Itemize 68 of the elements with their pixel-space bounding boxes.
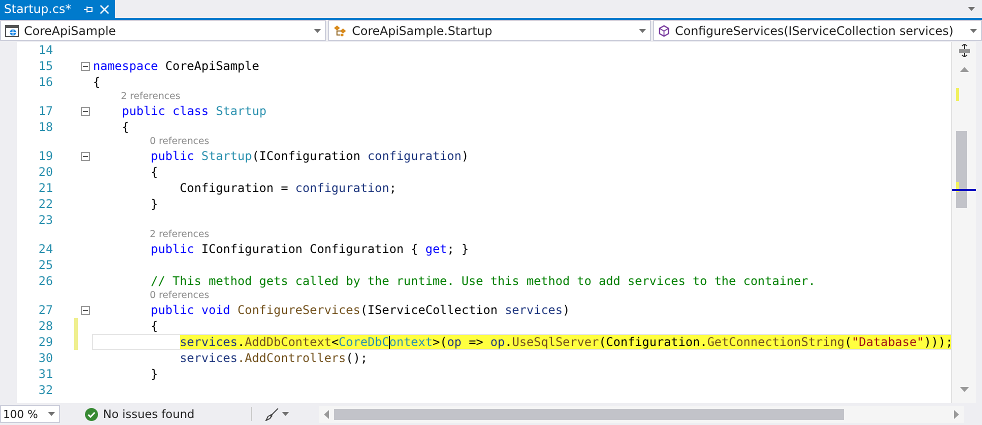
collapse-icon[interactable]	[81, 62, 90, 71]
code-line: public void ConfigureServices(IServiceCollection services)	[150, 302, 571, 318]
type-dropdown[interactable]: CoreApiSample.Startup	[328, 20, 651, 41]
code-line: {	[150, 164, 160, 180]
project-dropdown[interactable]: CoreApiSample	[0, 20, 326, 41]
tab-list-caret-icon[interactable]	[968, 7, 975, 11]
line-number: 16	[38, 75, 53, 89]
line-number: 30	[38, 351, 53, 365]
code-line: services.AddControllers();	[178, 350, 369, 366]
line-number: 14	[38, 43, 53, 57]
cleanup-button[interactable]	[265, 408, 290, 420]
issues-status[interactable]: No issues found	[103, 407, 194, 421]
code-line: }	[150, 366, 160, 382]
scroll-thumb[interactable]	[956, 131, 967, 208]
dropdown-caret-icon	[282, 412, 290, 416]
file-tab[interactable]: Startup.cs*	[0, 0, 116, 18]
line-number: 22	[38, 197, 53, 211]
scroll-left-icon[interactable]	[324, 410, 330, 418]
code-line: Configuration = configuration;	[178, 180, 398, 196]
window-globe-icon	[5, 24, 19, 36]
horizontal-scrollbar[interactable]	[319, 406, 964, 422]
code-line: namespace CoreApiSample	[92, 58, 260, 74]
code-line: public IConfiguration Configuration { get; }	[150, 241, 470, 257]
dropdown-caret-icon	[314, 28, 321, 32]
line-number: 28	[38, 319, 53, 333]
pin-icon[interactable]	[84, 4, 94, 14]
split-icon[interactable]	[959, 44, 970, 57]
line-number: 15	[38, 59, 53, 73]
line-number: 19	[38, 149, 53, 163]
scroll-thumb[interactable]	[334, 408, 844, 420]
line-number: 18	[38, 120, 53, 134]
scroll-up-icon[interactable]	[960, 67, 969, 72]
dropdown-caret-icon	[48, 412, 55, 416]
line-number: 17	[38, 104, 53, 118]
change-mark	[956, 88, 959, 101]
collapse-icon[interactable]	[81, 107, 90, 116]
check-circle-icon	[85, 408, 98, 420]
line-number: 20	[38, 165, 53, 179]
line-number: 29	[38, 335, 53, 349]
line-number: 23	[38, 213, 53, 227]
line-number: 25	[38, 258, 53, 272]
cube-icon	[658, 24, 670, 36]
vertical-scrollbar[interactable]	[951, 42, 982, 403]
class-icon	[333, 24, 347, 36]
line-number: 32	[38, 383, 53, 397]
line-number: 24	[38, 242, 53, 256]
line-number: 31	[38, 367, 53, 381]
line-number: 26	[38, 274, 53, 288]
line-number: 21	[38, 181, 53, 195]
code-line: public class Startup	[120, 103, 268, 119]
member-dropdown[interactable]: ConfigureServices(IServiceCollection services)	[653, 20, 982, 41]
code-line: {	[120, 119, 130, 135]
zoom-dropdown[interactable]: 100 %	[0, 405, 60, 423]
code-line: {	[92, 74, 102, 90]
code-line: {	[150, 318, 160, 334]
scroll-right-icon[interactable]	[954, 410, 960, 418]
collapse-icon[interactable]	[81, 306, 90, 315]
dropdown-caret-icon	[639, 28, 646, 32]
broom-icon	[265, 408, 280, 420]
code-line: public Startup(IConfiguration configuration)	[150, 148, 470, 164]
code-line: }	[150, 196, 160, 212]
collapse-icon[interactable]	[81, 152, 90, 161]
code-line: // This method gets called by the runtime. Use this method to add services to the container.	[150, 273, 816, 289]
close-icon[interactable]	[100, 4, 110, 14]
scroll-down-icon[interactable]	[960, 387, 969, 392]
caret-position-mark	[952, 189, 976, 191]
line-number: 27	[38, 303, 53, 317]
dropdown-caret-icon	[970, 28, 977, 32]
